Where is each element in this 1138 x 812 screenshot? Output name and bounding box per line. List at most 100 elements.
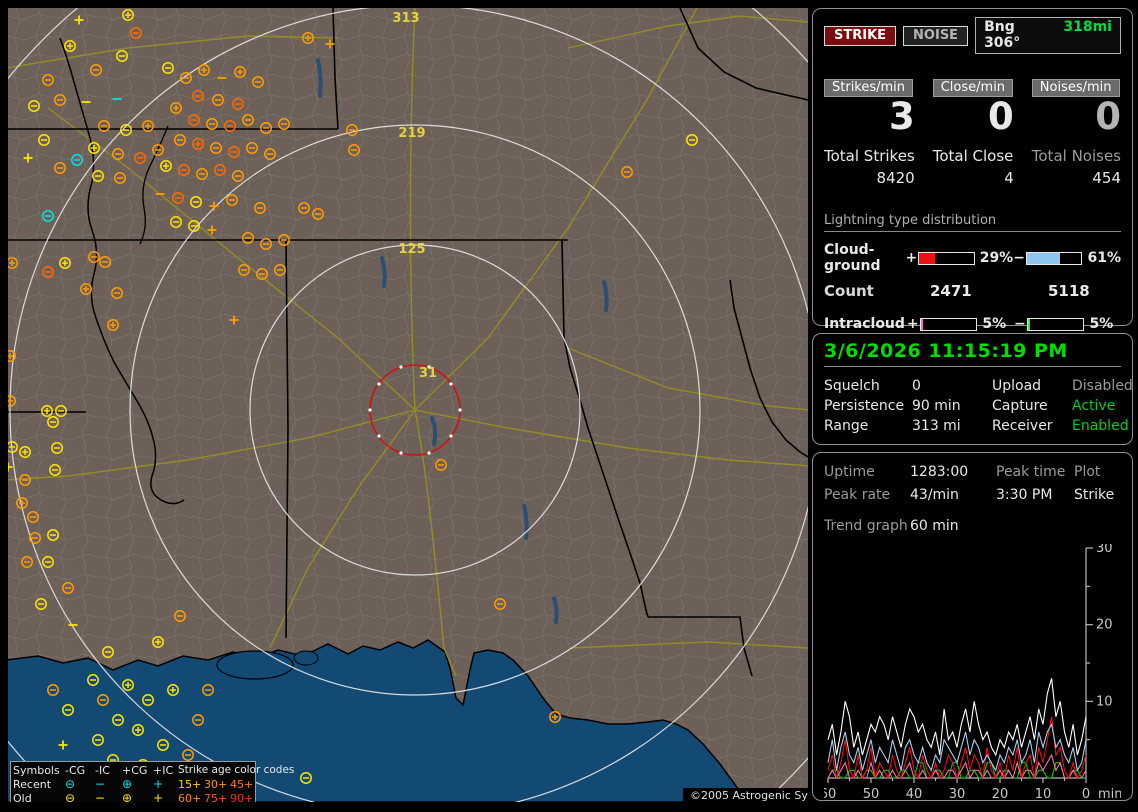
svg-text:10: 10 xyxy=(1035,787,1052,802)
trend-graph-label: Trend graph xyxy=(824,518,908,534)
bearing-value: Bng 306° xyxy=(984,19,1021,51)
legend-header-symbols: Symbols xyxy=(13,763,60,777)
plot-label: Plot xyxy=(1074,464,1101,480)
receiver-label: Receiver xyxy=(992,418,1053,434)
cg-minus-count: 5118 xyxy=(1048,282,1090,300)
noises-per-min-value: 0 xyxy=(1095,95,1121,138)
old-pos-ic-icon: + xyxy=(153,790,164,802)
map-canvas: 313 219 125 31 xyxy=(8,8,808,802)
age-60-label: 60+ xyxy=(178,791,202,803)
total-close-value: 4 xyxy=(1004,169,1014,187)
legend-header-pos-cg: +CG xyxy=(122,763,148,777)
capture-label: Capture xyxy=(992,398,1048,414)
legend-row-old-label: Old xyxy=(13,791,32,803)
cloud-ground-count-row: Count 2471 5118 xyxy=(824,282,1121,300)
persistence-value: 90 min xyxy=(912,398,961,414)
svg-text:20: 20 xyxy=(992,787,1009,802)
plus-sign: + xyxy=(905,250,918,266)
lake-maurepas xyxy=(293,650,319,666)
total-noises-value: 454 xyxy=(1092,169,1121,187)
ic-plus-bar xyxy=(919,317,978,331)
plus-sign: + xyxy=(906,316,919,332)
peak-time-label: Peak time xyxy=(996,464,1066,480)
plot-mode-value: Strike xyxy=(1074,487,1115,503)
age-90-label: 90+ xyxy=(230,791,254,803)
squelch-value: 0 xyxy=(912,378,921,394)
peak-time-value: 3:30 PM xyxy=(996,487,1053,503)
old-neg-cg-icon: ⊖ xyxy=(65,790,76,802)
trend-graph-value: 60 min xyxy=(910,518,959,534)
cg-minus-bar xyxy=(1025,251,1083,265)
count-label: Count xyxy=(824,282,874,300)
persistence-label: Persistence xyxy=(824,398,905,414)
distance-value: 318mi xyxy=(1063,19,1112,35)
cloud-ground-row: Cloud-ground + 29% − 61% xyxy=(824,242,1121,274)
minus-sign: − xyxy=(1013,250,1025,266)
legend-header-neg-cg: -CG xyxy=(65,763,86,777)
uptime-value: 1283:00 xyxy=(910,464,969,480)
strikes-per-min-value: 3 xyxy=(888,95,915,138)
bearing-readout: Bng 306° 318mi xyxy=(975,17,1121,54)
recent-neg-cg-icon: ⊖ xyxy=(65,776,76,791)
intracloud-row: Intracloud + 5% − 5% xyxy=(824,316,1121,332)
status-row: Range 313 mi Receiver Enabled xyxy=(824,416,1129,436)
svg-text:min: min xyxy=(1098,787,1121,802)
range-label: Range xyxy=(824,418,869,434)
age-45-label: 45+ xyxy=(230,777,254,791)
noise-mode-button[interactable]: NOISE xyxy=(903,25,969,46)
ring-label-313: 313 xyxy=(392,11,419,26)
svg-text:20: 20 xyxy=(1096,618,1113,633)
trend-series-total-strikes xyxy=(827,678,1087,757)
recent-pos-cg-icon: ⊕ xyxy=(122,776,133,791)
ring-label-219: 219 xyxy=(398,126,425,141)
copyright-text: ©2005 Astrogenic Systems xyxy=(683,788,808,802)
minus-sign: − xyxy=(1013,316,1026,332)
ic-plus-pct: 5% xyxy=(982,316,1007,332)
age-30-label: 30+ xyxy=(204,777,228,791)
age-75-label: 75+ xyxy=(204,791,228,803)
total-close-label: Total Close xyxy=(932,147,1014,165)
ic-minus-pct: 5% xyxy=(1089,316,1114,332)
svg-text:50: 50 xyxy=(863,787,880,802)
lake-pontchartrain xyxy=(216,650,294,680)
recent-neg-ic-icon: − xyxy=(95,776,106,791)
strike-mode-button[interactable]: STRIKE xyxy=(824,25,897,46)
symbol-legend: Symbols -CG -IC +CG +IC Strike age color… xyxy=(10,761,294,803)
uptime-label: Uptime xyxy=(824,464,875,480)
cg-plus-pct: 29% xyxy=(979,250,1014,266)
session-row: Peak rate 43/min 3:30 PM Strike xyxy=(824,484,1121,507)
receiver-state: Enabled xyxy=(1072,418,1129,434)
close-per-min-value: 0 xyxy=(988,95,1014,138)
svg-text:0: 0 xyxy=(1082,787,1090,802)
session-row: Uptime 1283:00 Peak time Plot xyxy=(824,461,1121,484)
legend-row-recent-label: Recent xyxy=(13,777,52,791)
status-panel: 3/6/2026 11:15:19 PM Squelch 0 Upload Di… xyxy=(812,333,1133,445)
legend-header-pos-ic: +IC xyxy=(153,763,174,777)
distribution-title: Lightning type distribution xyxy=(824,213,1121,232)
session-panel: Uptime 1283:00 Peak time Plot Peak rate … xyxy=(812,452,1133,802)
svg-text:30: 30 xyxy=(949,787,966,802)
svg-text:40: 40 xyxy=(906,787,923,802)
cloud-ground-label: Cloud-ground xyxy=(824,242,881,274)
ring-label-125: 125 xyxy=(398,242,425,257)
cg-minus-pct: 61% xyxy=(1087,250,1121,266)
old-pos-cg-icon: ⊕ xyxy=(122,790,133,802)
recent-pos-ic-icon: + xyxy=(153,776,164,791)
status-row: Squelch 0 Upload Disabled xyxy=(824,376,1133,396)
strike-map[interactable]: 313 219 125 31 Symbols -CG -IC +CG +IC Stri… xyxy=(8,8,808,802)
status-row: Persistence 90 min Capture Active xyxy=(824,396,1121,416)
ring-label-31: 31 xyxy=(419,366,437,381)
ic-minus-bar xyxy=(1026,317,1085,331)
capture-state: Active xyxy=(1072,398,1116,414)
svg-text:60: 60 xyxy=(824,787,836,802)
app-window: 313 219 125 31 Symbols -CG -IC +CG +IC Stri… xyxy=(0,0,1138,812)
svg-text:10: 10 xyxy=(1096,694,1113,709)
peak-rate-label: Peak rate xyxy=(824,487,891,503)
total-noises-label: Total Noises xyxy=(1031,147,1121,165)
trend-series-neg-intracloud xyxy=(827,753,1087,780)
stats-panel: STRIKE NOISE Bng 306° 318mi Strikes/min … xyxy=(812,8,1133,358)
cg-plus-bar xyxy=(917,251,975,265)
cg-plus-count: 2471 xyxy=(930,282,972,300)
intracloud-label: Intracloud xyxy=(824,316,905,332)
legend-header-neg-ic: -IC xyxy=(95,763,110,777)
